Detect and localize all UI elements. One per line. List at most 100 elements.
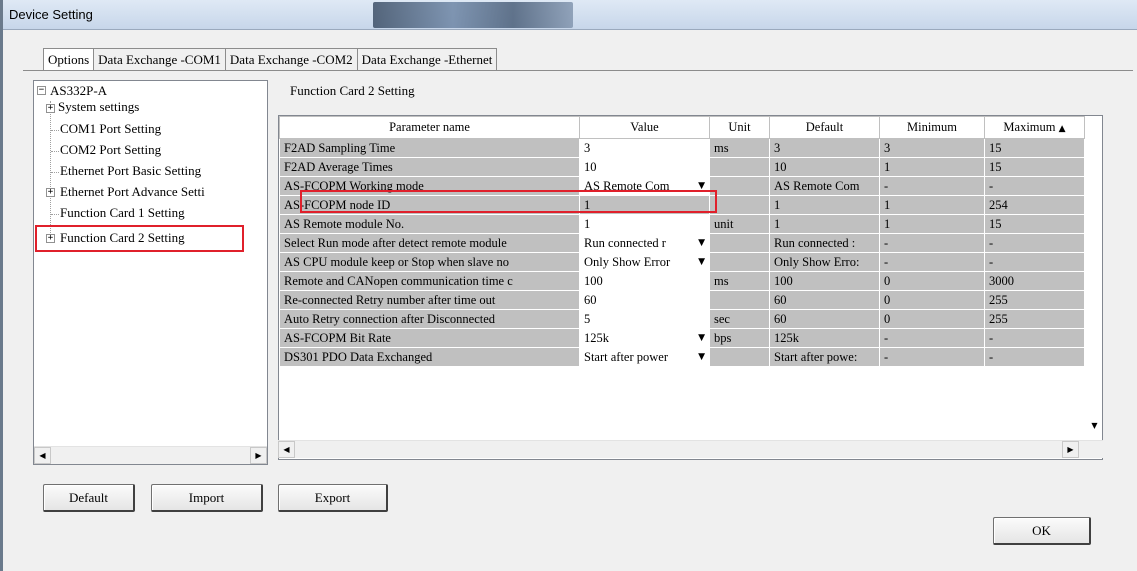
section-title: Function Card 2 Setting <box>290 83 415 98</box>
value-dropdown[interactable]: Run connected r ▼ <box>579 233 710 253</box>
maximum-cell: 15 <box>984 157 1085 177</box>
value-input[interactable]: 60 <box>579 290 710 310</box>
scroll-down-icon[interactable]: ▼ <box>1086 417 1103 434</box>
maximum-cell: 255 <box>984 290 1085 310</box>
tree-item-system-settings[interactable]: System settings <box>58 100 139 118</box>
value-text: Start after power <box>584 349 668 364</box>
table-row[interactable]: Re-connected Retry number after time out… <box>279 290 1085 310</box>
scroll-right-icon[interactable]: ▶ <box>250 447 267 464</box>
minimum-cell: - <box>879 347 985 367</box>
tree-connector <box>51 151 59 152</box>
maximum-cell: 15 <box>984 214 1085 234</box>
scroll-right-icon[interactable]: ▶ <box>1062 441 1079 458</box>
tree-item-ethernet-basic[interactable]: Ethernet Port Basic Setting <box>60 163 201 181</box>
maximum-cell: - <box>984 176 1085 196</box>
parameter-name-cell: F2AD Average Times <box>279 157 580 177</box>
column-header-value[interactable]: Value <box>579 116 710 139</box>
table-row[interactable]: F2AD Average Times 10 10 1 15 <box>279 157 1085 177</box>
column-header-maximum[interactable]: Maximum ▲ <box>984 116 1085 139</box>
tab-data-exchange-ethernet[interactable]: Data Exchange -Ethernet <box>356 48 498 70</box>
maximum-cell: - <box>984 252 1085 272</box>
tree-item-function-card-1[interactable]: Function Card 1 Setting <box>60 205 185 223</box>
collapse-icon[interactable]: − <box>37 86 46 95</box>
unit-cell <box>709 233 770 253</box>
table-row[interactable]: Auto Retry connection after Disconnected… <box>279 309 1085 329</box>
value-input[interactable]: 10 <box>579 157 710 177</box>
minimum-cell: 0 <box>879 271 985 291</box>
tab-data-exchange-com2[interactable]: Data Exchange -COM2 <box>224 48 358 70</box>
parameter-grid[interactable]: Parameter name Value Unit Default Minimu… <box>278 115 1103 460</box>
minimum-cell: - <box>879 176 985 196</box>
tree-horizontal-scrollbar[interactable]: ◀ ▶ <box>34 446 267 464</box>
tree-item-com1-port[interactable]: COM1 Port Setting <box>60 121 161 139</box>
minimum-cell: 0 <box>879 309 985 329</box>
value-dropdown[interactable]: Only Show Error ▼ <box>579 252 710 272</box>
value-text: Only Show Error <box>584 254 671 269</box>
table-row[interactable]: AS CPU module keep or Stop when slave no… <box>279 252 1085 272</box>
column-header-minimum[interactable]: Minimum <box>879 116 985 139</box>
table-row[interactable]: F2AD Sampling Time 3 ms 3 3 15 <box>279 138 1085 158</box>
default-cell: 125k <box>769 328 880 348</box>
value-dropdown[interactable]: Start after power ▼ <box>579 347 710 367</box>
expand-icon[interactable]: + <box>46 188 55 197</box>
default-cell: 10 <box>769 157 880 177</box>
value-input[interactable]: 5 <box>579 309 710 329</box>
parameter-name-cell: AS Remote module No. <box>279 214 580 234</box>
unit-cell: ms <box>709 271 770 291</box>
table-row[interactable]: AS-FCOPM Bit Rate 125k ▼ bps 125k - - <box>279 328 1085 348</box>
ok-button[interactable]: OK <box>993 517 1091 545</box>
device-setting-window: Device Setting Options Data Exchange -CO… <box>0 0 1137 571</box>
tree-item-com2-port[interactable]: COM2 Port Setting <box>60 142 161 160</box>
dropdown-arrow-icon[interactable]: ▼ <box>698 257 705 267</box>
minimum-cell: 1 <box>879 157 985 177</box>
minimum-cell: 1 <box>879 214 985 234</box>
default-button[interactable]: Default <box>43 484 135 512</box>
value-input[interactable]: 1 <box>579 214 710 234</box>
maximum-cell: - <box>984 347 1085 367</box>
tab-options[interactable]: Options <box>43 48 95 71</box>
import-button[interactable]: Import <box>151 484 263 512</box>
table-row[interactable]: AS Remote module No. 1 unit 1 1 15 <box>279 214 1085 234</box>
minimum-cell: 0 <box>879 290 985 310</box>
minimum-cell: 3 <box>879 138 985 158</box>
value-text: 125k <box>584 330 609 345</box>
column-header-default[interactable]: Default <box>769 116 880 139</box>
minimum-cell: - <box>879 252 985 272</box>
unit-cell <box>709 176 770 196</box>
tab-strip: Options Data Exchange -COM1 Data Exchang… <box>43 48 498 71</box>
grid-horizontal-scrollbar[interactable]: ◀ ▶ <box>278 440 1103 458</box>
expand-icon[interactable]: + <box>46 104 55 113</box>
default-cell: 100 <box>769 271 880 291</box>
unit-cell <box>709 290 770 310</box>
value-input[interactable]: 3 <box>579 138 710 158</box>
dropdown-arrow-icon[interactable]: ▼ <box>698 333 705 343</box>
dropdown-arrow-icon[interactable]: ▼ <box>698 352 705 362</box>
value-input[interactable]: 100 <box>579 271 710 291</box>
title-bar-graphic <box>373 2 573 28</box>
settings-tree[interactable]: − AS332P-A + System settings COM1 Port S… <box>33 80 268 465</box>
scroll-up-icon[interactable]: ▲ <box>1059 124 1066 134</box>
table-row[interactable]: Select Run mode after detect remote modu… <box>279 233 1085 253</box>
parameter-name-cell: AS CPU module keep or Stop when slave no <box>279 252 580 272</box>
title-bar[interactable]: Device Setting <box>3 0 1137 30</box>
table-row[interactable]: DS301 PDO Data Exchanged Start after powe… <box>279 347 1085 367</box>
maximum-cell: 254 <box>984 195 1085 215</box>
value-dropdown[interactable]: 125k ▼ <box>579 328 710 348</box>
parameter-name-cell: DS301 PDO Data Exchanged <box>279 347 580 367</box>
parameter-name-cell: Re-connected Retry number after time out <box>279 290 580 310</box>
scroll-left-icon[interactable]: ◀ <box>278 441 295 458</box>
dropdown-arrow-icon[interactable]: ▼ <box>698 238 705 248</box>
default-cell: 60 <box>769 309 880 329</box>
tab-data-exchange-com1[interactable]: Data Exchange -COM1 <box>93 48 226 70</box>
column-header-parameter-name[interactable]: Parameter name <box>279 116 580 139</box>
column-header-unit[interactable]: Unit <box>709 116 770 139</box>
scroll-left-icon[interactable]: ◀ <box>34 447 51 464</box>
minimum-cell: 1 <box>879 195 985 215</box>
maximum-cell: - <box>984 233 1085 253</box>
tree-item-ethernet-advance[interactable]: Ethernet Port Advance Setti <box>60 184 205 202</box>
minimum-cell: - <box>879 328 985 348</box>
parameter-name-cell: F2AD Sampling Time <box>279 138 580 158</box>
default-cell: Start after powe: <box>769 347 880 367</box>
export-button[interactable]: Export <box>278 484 388 512</box>
table-row[interactable]: Remote and CANopen communication time c1… <box>279 271 1085 291</box>
